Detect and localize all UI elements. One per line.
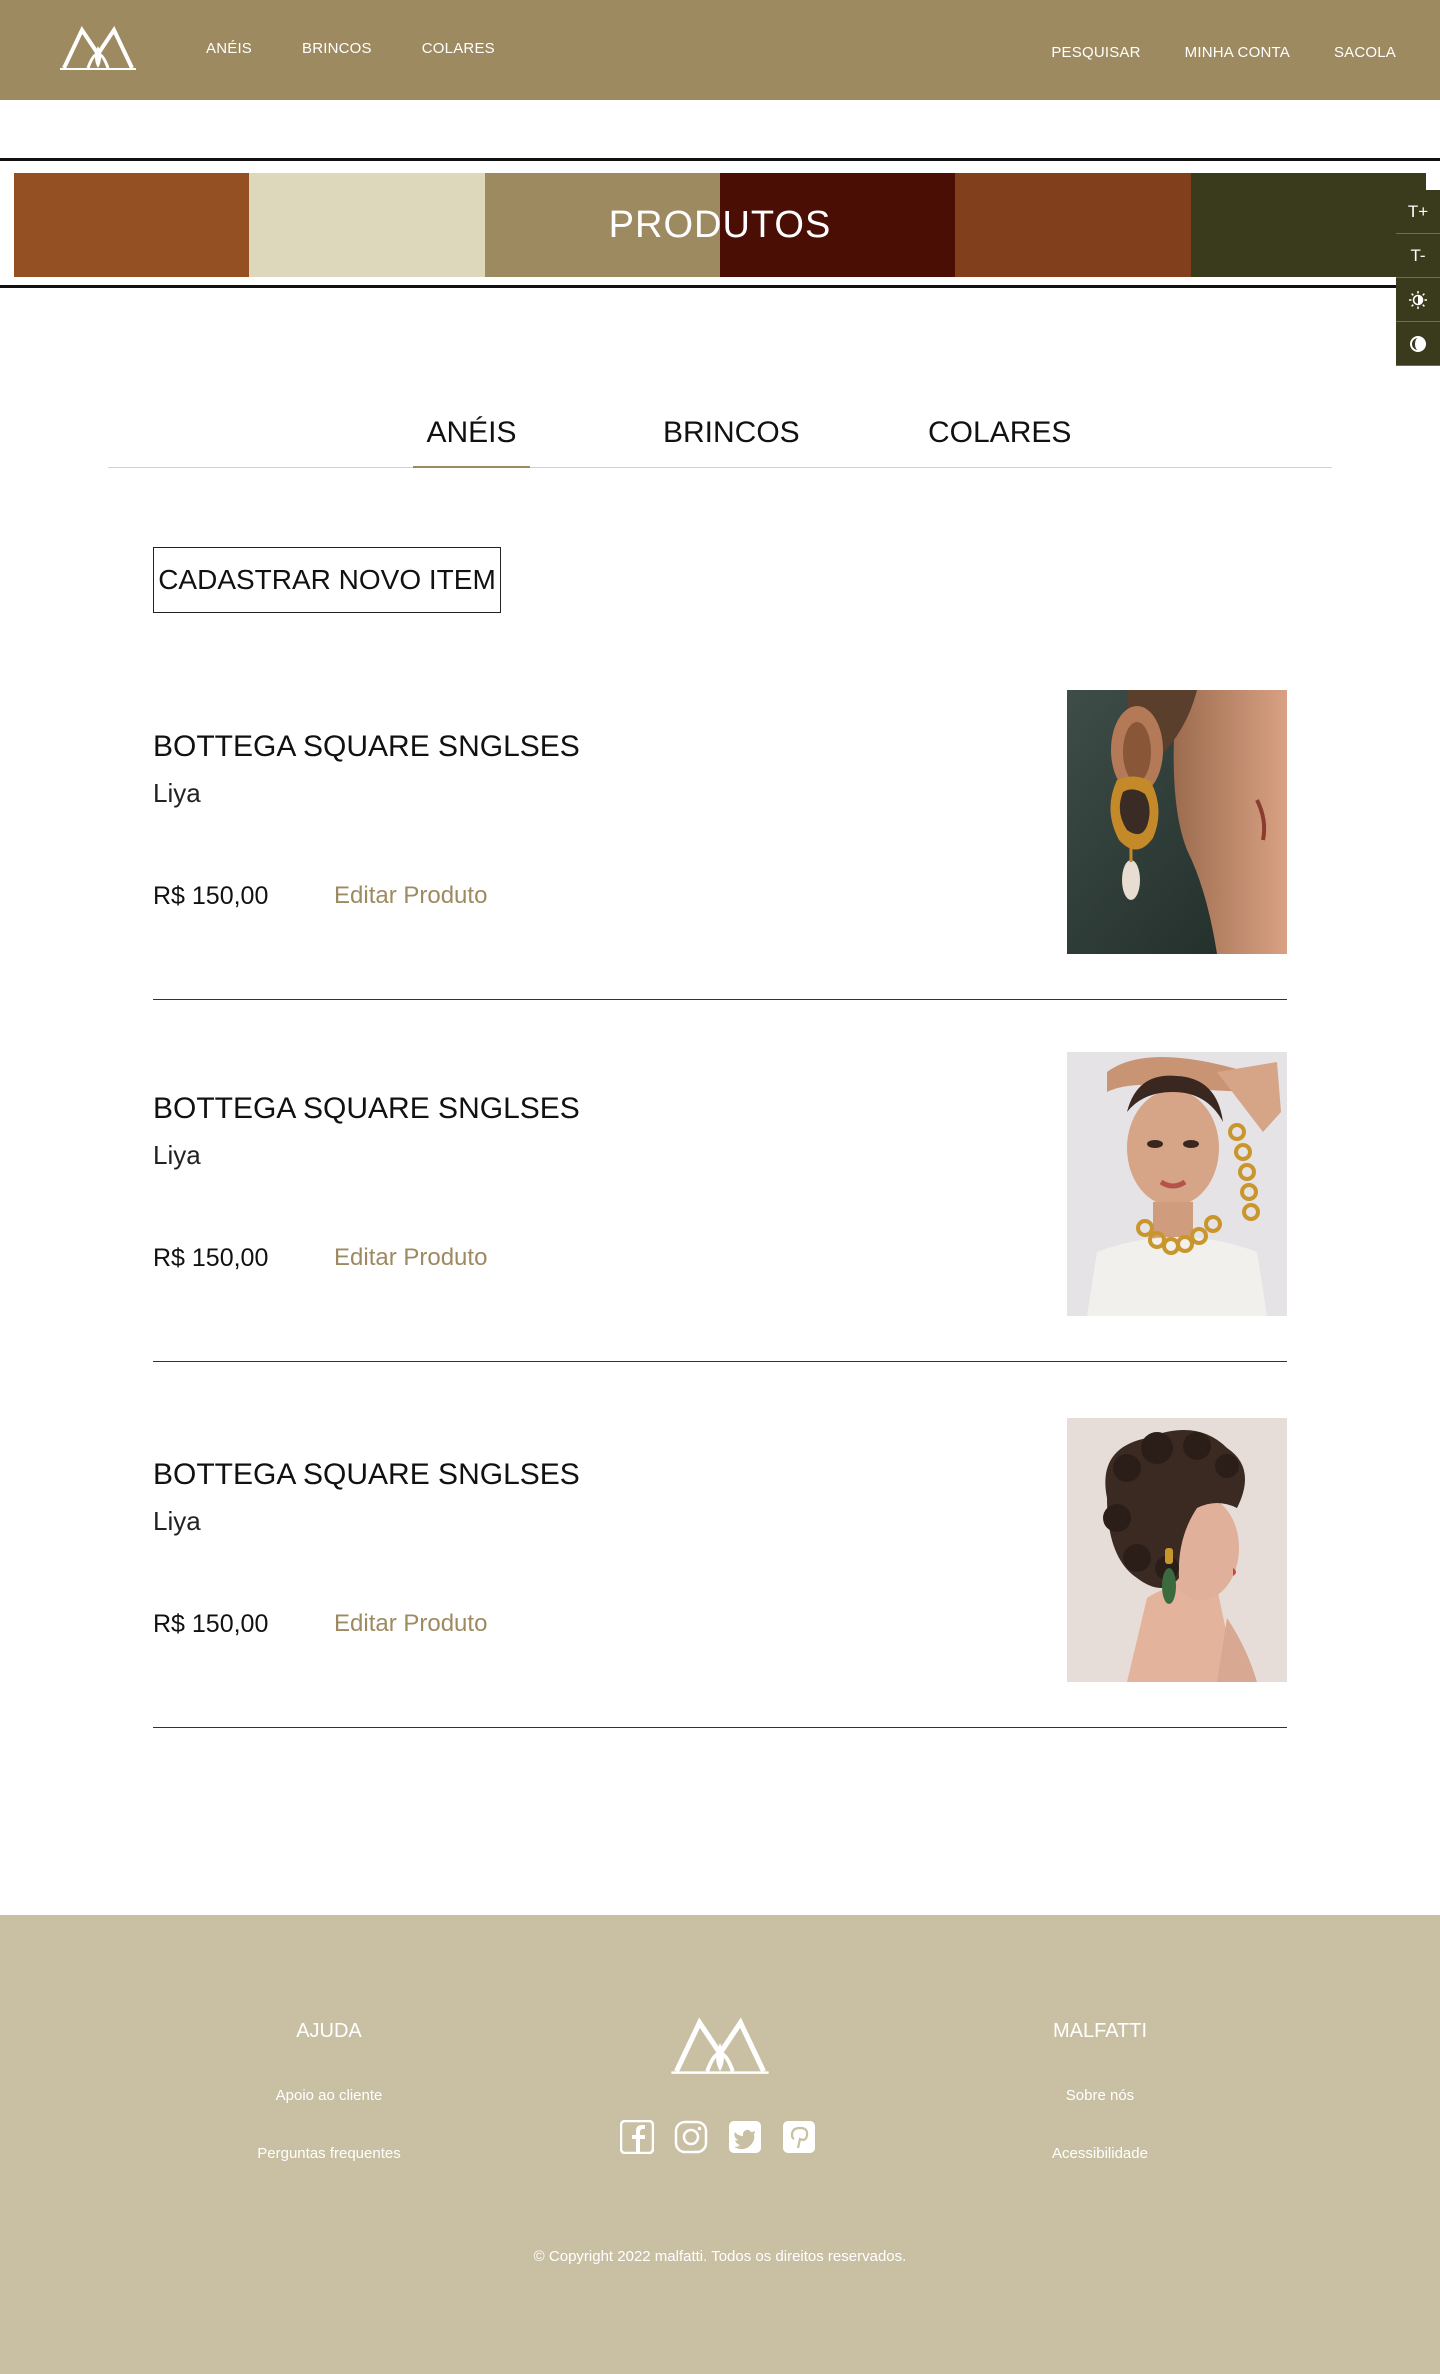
- footer-link-faq[interactable]: Perguntas frequentes: [209, 2145, 449, 2162]
- nav-aneis[interactable]: ANÉIS: [206, 40, 252, 57]
- product-brand: Liya: [153, 1506, 201, 1536]
- product-price: R$ 150,00: [153, 882, 269, 910]
- accessibility-toolbar: T+ T-: [1396, 190, 1440, 366]
- curly-hair-earring-photo: [1067, 1418, 1287, 1682]
- contrast-icon: [1410, 335, 1426, 352]
- product-image[interactable]: [1067, 1052, 1287, 1316]
- product-name: BOTTEGA SQUARE SNGLSES: [153, 1092, 580, 1125]
- decrease-text-button[interactable]: T-: [1396, 234, 1440, 278]
- product-image[interactable]: [1067, 1418, 1287, 1682]
- malfatti-footer-logo[interactable]: [668, 2015, 772, 2079]
- products-banner: PRODUTOS: [0, 158, 1440, 288]
- pinterest-icon[interactable]: [782, 2120, 816, 2154]
- tab-brincos[interactable]: BRINCOS: [663, 416, 800, 450]
- tab-aneis[interactable]: ANÉIS: [413, 416, 530, 450]
- instagram-icon[interactable]: [674, 2120, 708, 2154]
- footer-link-about[interactable]: Sobre nós: [980, 2087, 1220, 2104]
- main-nav: ANÉIS BRINCOS COLARES: [206, 40, 495, 57]
- product-card: BOTTEGA SQUARE SNGLSES Liya R$ 150,00 Ed…: [153, 1052, 1287, 1362]
- product-price: R$ 150,00: [153, 1610, 269, 1638]
- product-card: BOTTEGA SQUARE SNGLSES Liya R$ 150,00 Ed…: [153, 690, 1287, 1000]
- nav-minha-conta[interactable]: MINHA CONTA: [1185, 44, 1290, 61]
- twitter-icon[interactable]: [728, 2120, 762, 2154]
- product-card: BOTTEGA SQUARE SNGLSES Liya R$ 150,00 Ed…: [153, 1418, 1287, 1728]
- malfatti-logo[interactable]: [58, 24, 138, 74]
- nav-pesquisar[interactable]: PESQUISAR: [1051, 44, 1140, 61]
- footer-link-accessibility[interactable]: Acessibilidade: [980, 2145, 1220, 2162]
- site-footer: AJUDA Apoio ao cliente Perguntas frequen…: [0, 1915, 1440, 2374]
- copyright-text: © Copyright 2022 malfatti. Todos os dire…: [533, 2248, 907, 2265]
- user-nav: PESQUISAR MINHA CONTA SACOLA: [1051, 44, 1396, 61]
- site-header: ANÉIS BRINCOS COLARES PESQUISAR MINHA CO…: [0, 0, 1440, 100]
- facebook-icon[interactable]: [620, 2120, 654, 2154]
- add-new-item-button[interactable]: CADASTRAR NOVO ITEM: [153, 547, 501, 613]
- tab-colares[interactable]: COLARES: [928, 416, 1071, 450]
- earring-ear-closeup-photo: [1067, 690, 1287, 954]
- increase-text-button[interactable]: T+: [1396, 190, 1440, 234]
- contrast-button[interactable]: [1396, 322, 1440, 366]
- product-brand: Liya: [153, 778, 201, 808]
- chain-necklace-model-photo: [1067, 1052, 1287, 1316]
- nav-brincos[interactable]: BRINCOS: [302, 40, 372, 57]
- category-tabs: ANÉIS BRINCOS COLARES: [108, 402, 1332, 468]
- nav-colares[interactable]: COLARES: [422, 40, 495, 57]
- footer-help-heading: AJUDA: [296, 2020, 362, 2042]
- page-title: PRODUTOS: [608, 204, 832, 246]
- nav-sacola[interactable]: SACOLA: [1334, 44, 1396, 61]
- product-name: BOTTEGA SQUARE SNGLSES: [153, 1458, 580, 1491]
- brightness-icon: [1409, 290, 1427, 309]
- product-price: R$ 150,00: [153, 1244, 269, 1272]
- active-tab-indicator: [413, 466, 530, 468]
- product-image[interactable]: [1067, 690, 1287, 954]
- footer-link-customer-support[interactable]: Apoio ao cliente: [209, 2087, 449, 2104]
- edit-product-link[interactable]: Editar Produto: [334, 1244, 487, 1272]
- edit-product-link[interactable]: Editar Produto: [334, 882, 487, 910]
- product-name: BOTTEGA SQUARE SNGLSES: [153, 730, 580, 763]
- product-brand: Liya: [153, 1140, 201, 1170]
- edit-product-link[interactable]: Editar Produto: [334, 1610, 487, 1638]
- footer-brand-heading: MALFATTI: [1052, 2020, 1148, 2042]
- social-links: [620, 2120, 816, 2154]
- brightness-button[interactable]: [1396, 278, 1440, 322]
